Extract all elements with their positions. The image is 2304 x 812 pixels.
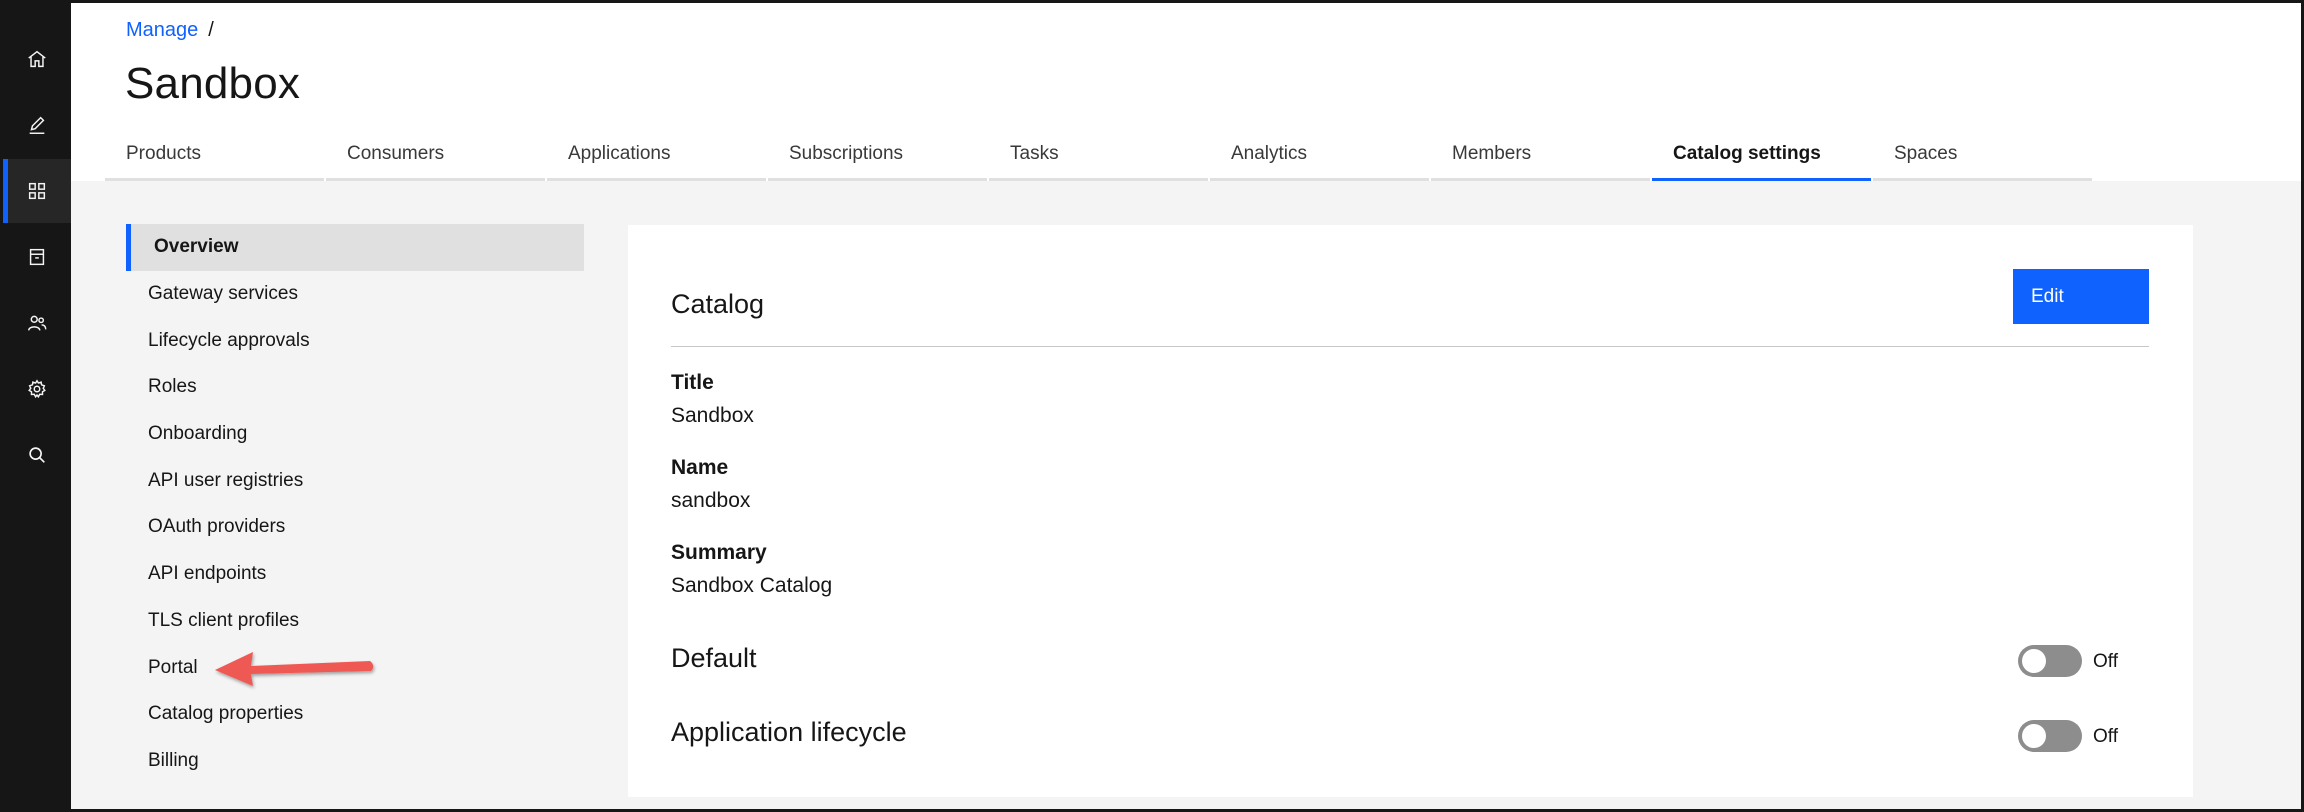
- tab-consumers[interactable]: Consumers: [326, 133, 545, 181]
- rail-manage[interactable]: [3, 159, 71, 223]
- toggle-knob: [2022, 724, 2046, 748]
- grid-icon: [28, 182, 46, 200]
- rail-settings[interactable]: [3, 357, 71, 421]
- tab-members[interactable]: Members: [1431, 133, 1650, 181]
- side-rail: [3, 3, 71, 809]
- tab-spaces[interactable]: Spaces: [1873, 133, 2092, 181]
- rail-members[interactable]: [3, 291, 71, 355]
- catalog-settings-nav: Overview Gateway services Lifecycle appr…: [126, 224, 584, 784]
- subnav-item-overview[interactable]: Overview: [126, 224, 584, 271]
- subnav-item-onboarding[interactable]: Onboarding: [126, 411, 584, 458]
- subnav-item-billing[interactable]: Billing: [126, 738, 584, 785]
- users-icon: [28, 315, 47, 331]
- subnav-item-catalog-properties[interactable]: Catalog properties: [126, 691, 584, 738]
- rail-search[interactable]: [3, 423, 71, 487]
- arrow-left-icon: [215, 652, 374, 686]
- card-heading: Catalog: [671, 289, 765, 319]
- name-value: sandbox: [671, 489, 751, 512]
- summary-value: Sandbox Catalog: [671, 574, 833, 597]
- application-lifecycle-toggle[interactable]: [2018, 720, 2082, 752]
- page-title: Sandbox: [125, 59, 301, 108]
- tab-analytics[interactable]: Analytics: [1210, 133, 1429, 181]
- card-divider: [671, 346, 2149, 347]
- tab-catalog-settings[interactable]: Catalog settings: [1652, 133, 1871, 181]
- title-label: Title: [671, 371, 714, 394]
- rail-resources[interactable]: [3, 225, 71, 289]
- edit-icon: [29, 116, 45, 134]
- subnav-item-roles[interactable]: Roles: [126, 364, 584, 411]
- title-value: Sandbox: [671, 404, 754, 427]
- subnav-item-api-endpoints[interactable]: API endpoints: [126, 551, 584, 598]
- tab-subscriptions[interactable]: Subscriptions: [768, 133, 987, 181]
- default-toggle-state: Off: [2093, 651, 2118, 672]
- default-toggle[interactable]: [2018, 645, 2082, 677]
- search-icon: [29, 447, 45, 463]
- tab-bar: Products Consumers Applications Subscrip…: [105, 133, 2094, 181]
- subnav-item-lifecycle-approvals[interactable]: Lifecycle approvals: [126, 317, 584, 364]
- default-label: Default: [671, 643, 757, 673]
- subnav-item-api-user-registries[interactable]: API user registries: [126, 457, 584, 504]
- rail-home[interactable]: [3, 27, 71, 91]
- home-icon: [28, 50, 46, 68]
- rail-develop[interactable]: [3, 93, 71, 157]
- tab-products[interactable]: Products: [105, 133, 324, 181]
- edit-button[interactable]: Edit: [2013, 269, 2149, 324]
- application-lifecycle-toggle-state: Off: [2093, 726, 2118, 747]
- subnav-item-tls-client-profiles[interactable]: TLS client profiles: [126, 598, 584, 645]
- gear-icon: [28, 379, 46, 399]
- catalog-overview-card: Catalog Edit Title Sandbox Name sandbox …: [628, 225, 2193, 797]
- toggle-knob: [2022, 649, 2046, 673]
- breadcrumb-manage-link[interactable]: Manage: [126, 19, 198, 41]
- application-lifecycle-label: Application lifecycle: [671, 717, 907, 747]
- breadcrumb-separator: /: [208, 19, 214, 41]
- breadcrumb: Manage /: [126, 19, 214, 42]
- archive-icon: [29, 248, 45, 266]
- summary-label: Summary: [671, 541, 767, 564]
- subnav-item-gateway-services[interactable]: Gateway services: [126, 271, 584, 318]
- app-window: Manage / Sandbox Products Consumers Appli…: [0, 0, 2304, 812]
- tab-tasks[interactable]: Tasks: [989, 133, 1208, 181]
- tab-applications[interactable]: Applications: [547, 133, 766, 181]
- name-label: Name: [671, 456, 729, 479]
- subnav-item-oauth-providers[interactable]: OAuth providers: [126, 504, 584, 551]
